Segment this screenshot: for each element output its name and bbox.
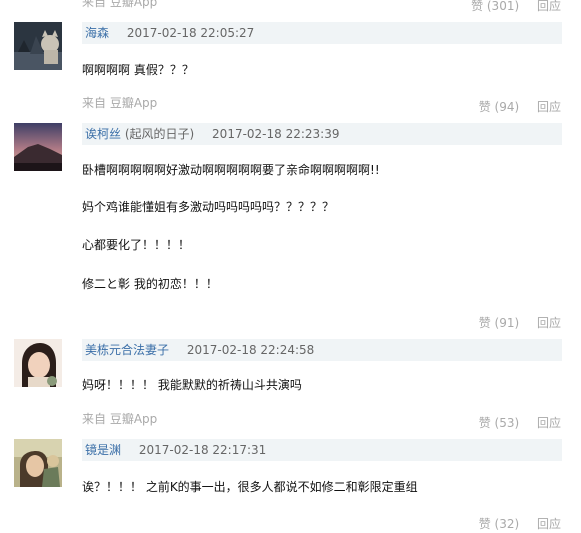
author-note: (起风的日子)	[124, 127, 195, 141]
comment-time: 2017-02-18 22:17:31	[138, 443, 267, 457]
comment-text: 妈个鸡谁能懂姐有多激动吗吗吗吗吗？？？？？	[82, 200, 335, 214]
author-link[interactable]: 诶柯丝	[85, 127, 121, 141]
comment-header: 海森 2017-02-18 22:05:27	[82, 22, 562, 44]
comment-text: 啊啊啊啊 真假？？？	[82, 63, 194, 77]
source-label: 来自 豆瓣App	[82, 96, 158, 110]
like-button[interactable]: 赞 (94)	[479, 100, 519, 114]
comment-header: 诶柯丝 (起风的日子) 2017-02-18 22:23:39	[82, 123, 562, 145]
comment-time: 2017-02-18 22:24:58	[186, 343, 315, 357]
reply-button[interactable]: 回应	[537, 316, 561, 330]
author-link[interactable]: 镜是渊	[85, 443, 121, 457]
source-label: 来自 豆瓣App	[82, 412, 158, 426]
comment-header: 镜是渊 2017-02-18 22:17:31	[82, 439, 562, 461]
author-link[interactable]: 海森	[85, 26, 109, 40]
comment-time: 2017-02-18 22:05:27	[126, 26, 255, 40]
source-label: 来自 豆瓣App	[82, 0, 158, 9]
comment-header: 美栋元合法妻子 2017-02-18 22:24:58	[82, 339, 562, 361]
reply-button[interactable]: 回应	[537, 0, 561, 13]
comment-time: 2017-02-18 22:23:39	[212, 127, 340, 141]
comment-text: 心都要化了！！！！	[82, 238, 191, 252]
comment-text: 妈呀！！！！ 我能默默的祈祷山斗共演吗	[82, 378, 302, 392]
comment-actions: 赞 (53) 回应	[479, 416, 561, 430]
avatar-image	[14, 123, 62, 171]
comment-text: 诶？！！！ 之前K的事一出，很多人都说不如修二和彰限定重组	[82, 480, 418, 494]
comment-actions: 赞 (301) 回应	[471, 0, 561, 13]
like-button[interactable]: 赞 (91)	[479, 316, 519, 330]
avatar-image	[14, 22, 62, 70]
avatar-image	[14, 339, 62, 387]
reply-button[interactable]: 回应	[537, 517, 561, 531]
like-button[interactable]: 赞 (301)	[471, 0, 519, 13]
comment-actions: 赞 (32) 回应	[479, 517, 561, 531]
avatar-image	[14, 439, 62, 487]
reply-button[interactable]: 回应	[537, 100, 561, 114]
like-button[interactable]: 赞 (32)	[479, 517, 519, 531]
avatar[interactable]	[14, 339, 62, 387]
comment-text: 修二と彰 我的初恋！！！	[82, 277, 218, 291]
comment-actions: 赞 (91) 回应	[479, 316, 561, 330]
avatar[interactable]	[14, 439, 62, 487]
avatar[interactable]	[14, 22, 62, 70]
comment-actions: 赞 (94) 回应	[479, 100, 561, 114]
like-button[interactable]: 赞 (53)	[479, 416, 519, 430]
reply-button[interactable]: 回应	[537, 416, 561, 430]
author-link[interactable]: 美栋元合法妻子	[85, 343, 169, 357]
avatar[interactable]	[14, 123, 62, 171]
comment-text: 卧槽啊啊啊啊啊好激动啊啊啊啊啊要了亲命啊啊啊啊啊!!	[82, 163, 380, 177]
